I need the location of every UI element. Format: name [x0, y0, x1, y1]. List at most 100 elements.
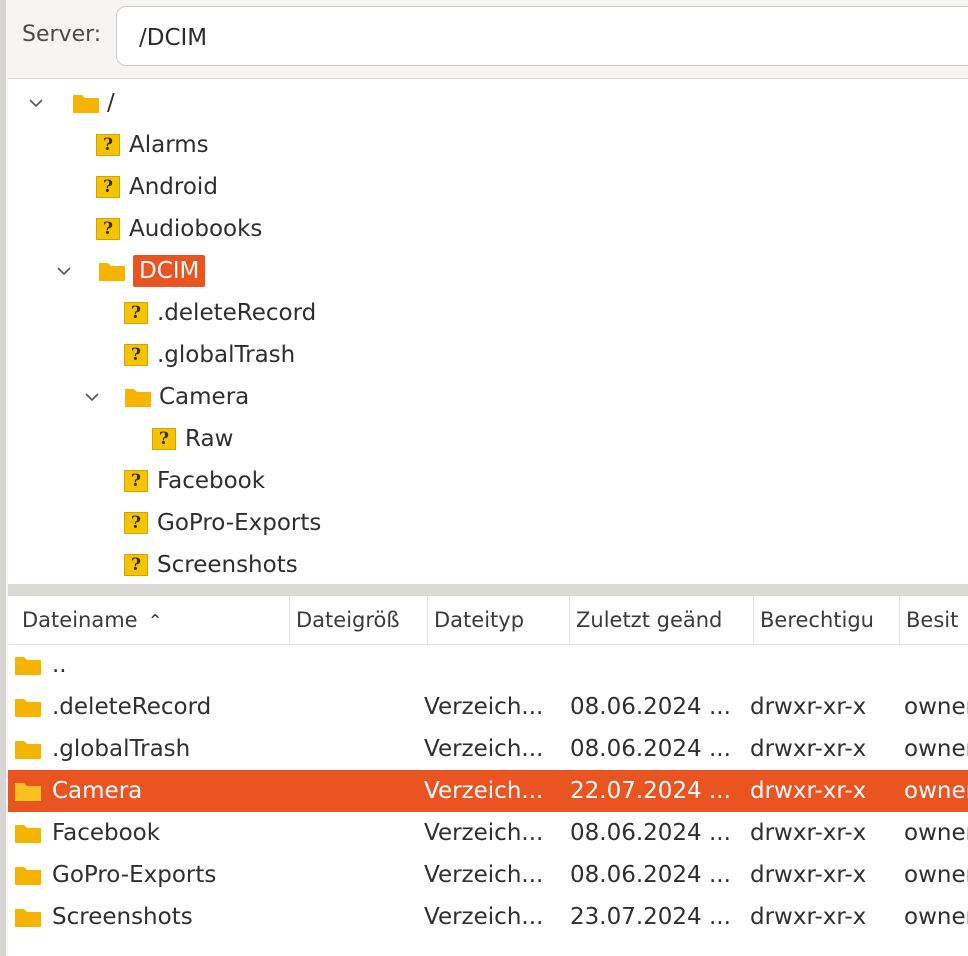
unknown-type-icon: ? [124, 302, 148, 324]
file-permissions: drwxr-xr-x [750, 820, 867, 846]
file-permissions: drwxr-xr-x [750, 778, 867, 804]
file-modified: 08.06.2024 ... [570, 694, 731, 720]
tree-item-label: .deleteRecord [157, 300, 317, 326]
file-owner: owner [904, 778, 968, 804]
window-left-edge [0, 0, 6, 956]
tree-item-label-selected: DCIM [133, 255, 206, 287]
file-row[interactable]: .deleteRecord Verzeich... 08.06.2024 ...… [8, 686, 968, 728]
unknown-type-icon: ? [96, 218, 120, 240]
tree-item-label: Raw [185, 426, 234, 452]
file-name: .. [52, 652, 67, 678]
file-owner: owner [904, 820, 968, 846]
tree-item-label: Audiobooks [129, 216, 263, 242]
column-header-modified[interactable]: Zuletzt geänd [570, 596, 754, 644]
column-header-owner[interactable]: Besit [900, 596, 968, 644]
folder-icon [14, 738, 42, 760]
folder-icon [14, 822, 42, 844]
file-owner: owner [904, 862, 968, 888]
folder-icon [72, 92, 100, 114]
file-row[interactable]: Facebook Verzeich... 08.06.2024 ... drwx… [8, 812, 968, 854]
unknown-type-icon: ? [96, 134, 120, 156]
file-name: .globalTrash [52, 736, 191, 762]
file-permissions: drwxr-xr-x [750, 904, 867, 930]
file-list-header: Dateiname ⌃ Dateigröß Dateityp Zuletzt ge… [8, 596, 968, 645]
file-owner: owner [904, 694, 968, 720]
folder-icon [98, 260, 126, 282]
column-header-filetype[interactable]: Dateityp [428, 596, 570, 644]
file-type: Verzeich... [424, 820, 544, 846]
file-name: Screenshots [52, 904, 193, 930]
file-row[interactable]: .globalTrash Verzeich... 08.06.2024 ... … [8, 728, 968, 770]
file-name: Facebook [52, 820, 161, 846]
tree-item-screenshots[interactable]: ? Screenshots [124, 545, 298, 585]
sort-ascending-icon: ⌃ [147, 611, 163, 632]
chevron-down-icon[interactable] [56, 263, 72, 279]
server-path-value: /DCIM [139, 25, 208, 51]
tree-item-label: Screenshots [157, 552, 298, 578]
chevron-down-icon[interactable] [28, 95, 44, 111]
column-header-permissions[interactable]: Berechtigu [754, 596, 900, 644]
file-permissions: drwxr-xr-x [750, 862, 867, 888]
file-name: GoPro-Exports [52, 862, 217, 888]
file-list: Dateiname ⌃ Dateigröß Dateityp Zuletzt ge… [8, 596, 968, 956]
file-row-parent[interactable]: .. [8, 644, 968, 686]
unknown-type-icon: ? [124, 512, 148, 534]
tree-item-label: Alarms [129, 132, 209, 158]
file-modified: 08.06.2024 ... [570, 736, 731, 762]
file-row[interactable]: GoPro-Exports Verzeich... 08.06.2024 ...… [8, 854, 968, 896]
tree-item-android[interactable]: ? Android [96, 167, 218, 207]
folder-icon [14, 780, 42, 802]
file-type: Verzeich... [424, 862, 544, 888]
folder-icon [14, 696, 42, 718]
file-modified: 08.06.2024 ... [570, 820, 731, 846]
file-modified: 22.07.2024 ... [570, 778, 731, 804]
folder-icon [124, 386, 152, 408]
tree-item-gopro-exports[interactable]: ? GoPro-Exports [124, 503, 321, 543]
tree-item-label: .globalTrash [157, 342, 296, 368]
chevron-down-icon[interactable] [84, 389, 100, 405]
tree-item-deleterecord[interactable]: ? .deleteRecord [124, 293, 316, 333]
tree-item-dcim[interactable]: DCIM [56, 251, 206, 291]
file-modified: 08.06.2024 ... [570, 862, 731, 888]
unknown-type-icon: ? [124, 554, 148, 576]
unknown-type-icon: ? [124, 470, 148, 492]
file-name: Camera [52, 778, 143, 804]
tree-item-camera[interactable]: Camera [84, 377, 249, 417]
file-row[interactable]: Screenshots Verzeich... 23.07.2024 ... d… [8, 896, 968, 938]
file-modified: 23.07.2024 ... [570, 904, 731, 930]
file-row-selected[interactable]: Camera Verzeich... 22.07.2024 ... drwxr-… [8, 770, 968, 812]
server-label: Server: [22, 22, 102, 47]
tree-item-label: Facebook [157, 468, 266, 494]
tree-item-label: / [107, 90, 115, 116]
file-name: .deleteRecord [52, 694, 212, 720]
folder-icon [14, 906, 42, 928]
directory-tree: / ? Alarms ? Android ? Audiobooks DCIM ?… [8, 78, 968, 585]
folder-icon [14, 864, 42, 886]
file-permissions: drwxr-xr-x [750, 694, 867, 720]
tree-item-facebook[interactable]: ? Facebook [124, 461, 265, 501]
pane-splitter[interactable] [8, 584, 968, 596]
unknown-type-icon: ? [152, 428, 176, 450]
tree-item-audiobooks[interactable]: ? Audiobooks [96, 209, 262, 249]
file-type: Verzeich... [424, 778, 544, 804]
file-type: Verzeich... [424, 904, 544, 930]
tree-item-label: Camera [159, 384, 250, 410]
tree-item-root[interactable]: / [28, 83, 115, 123]
tree-item-label: Android [129, 174, 218, 200]
tree-item-label: GoPro-Exports [157, 510, 322, 536]
unknown-type-icon: ? [124, 344, 148, 366]
file-owner: owner [904, 736, 968, 762]
server-path-bar: Server: /DCIM [8, 0, 968, 76]
column-header-filesize[interactable]: Dateigröß [290, 596, 428, 644]
tree-item-alarms[interactable]: ? Alarms [96, 125, 209, 165]
file-type: Verzeich... [424, 694, 544, 720]
file-permissions: drwxr-xr-x [750, 736, 867, 762]
file-owner: owner [904, 904, 968, 930]
folder-icon [14, 654, 42, 676]
tree-item-raw[interactable]: ? Raw [152, 419, 233, 459]
file-type: Verzeich... [424, 736, 544, 762]
unknown-type-icon: ? [96, 176, 120, 198]
server-path-input[interactable]: /DCIM [116, 6, 968, 66]
column-header-filename[interactable]: Dateiname ⌃ [8, 596, 290, 644]
tree-item-globaltrash[interactable]: ? .globalTrash [124, 335, 295, 375]
